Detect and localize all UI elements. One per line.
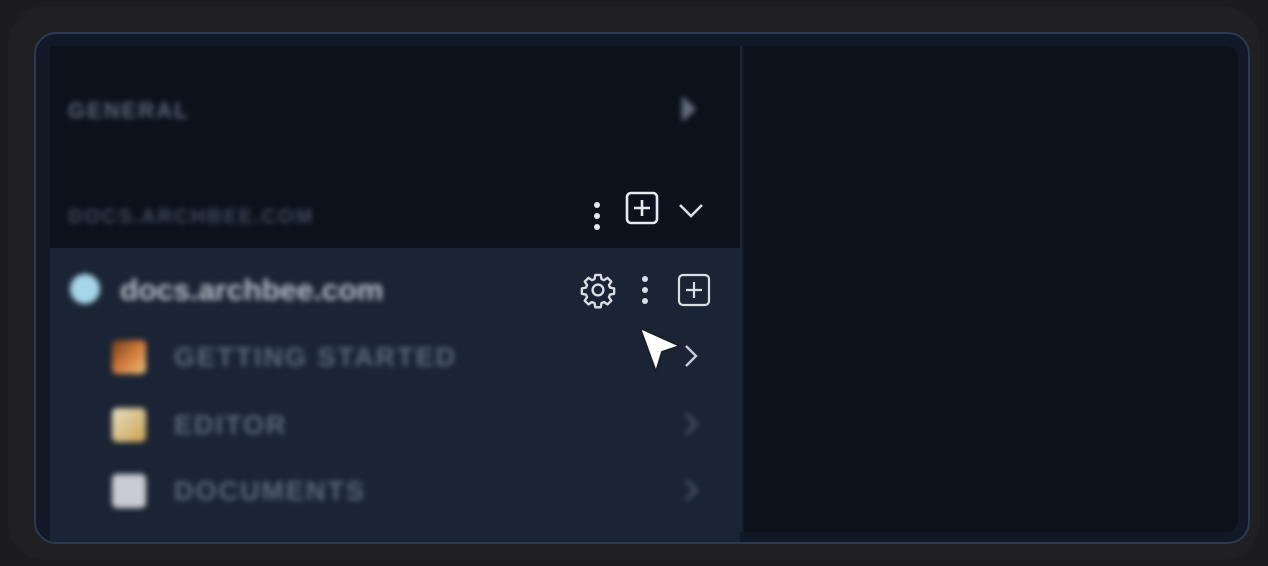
chevron-right-icon[interactable] [684, 478, 698, 507]
list-item[interactable]: DOCUMENTS [50, 460, 740, 520]
space-more-icon[interactable] [582, 196, 612, 236]
list-item-label: EDITOR [174, 410, 288, 440]
content-pane [744, 46, 1238, 532]
chevron-right-icon[interactable] [684, 412, 698, 441]
app-panel: GENERAL DOCS.ARCHBEE.COM docs.archbee.co… [34, 32, 1250, 544]
mouse-cursor-icon [636, 326, 684, 383]
chevron-right-icon[interactable] [684, 344, 698, 373]
tree-panel: docs.archbee.com GETTING STARTED EDITOR … [50, 248, 740, 542]
space-section-label: DOCS.ARCHBEE.COM [68, 206, 315, 228]
site-row[interactable]: docs.archbee.com [50, 258, 740, 318]
site-add-icon[interactable] [676, 272, 712, 308]
space-add-icon[interactable] [624, 190, 660, 226]
globe-icon [70, 274, 100, 304]
sidebar: GENERAL DOCS.ARCHBEE.COM docs.archbee.co… [50, 46, 740, 542]
chevron-down-icon[interactable] [676, 198, 706, 224]
site-name: docs.archbee.com [120, 274, 384, 307]
general-section-label: GENERAL [68, 98, 190, 123]
memo-icon [112, 408, 146, 442]
chevron-right-icon[interactable] [674, 94, 704, 124]
workspace-header: GENERAL DOCS.ARCHBEE.COM [50, 46, 740, 248]
pane-divider[interactable] [740, 46, 742, 532]
list-item-label: GETTING STARTED [174, 342, 457, 372]
list-item-label: DOCUMENTS [174, 476, 366, 506]
site-more-icon[interactable] [630, 272, 660, 308]
gear-icon[interactable] [578, 270, 618, 310]
guitar-icon [112, 340, 146, 374]
page-icon [112, 474, 146, 508]
list-item[interactable]: EDITOR [50, 394, 740, 454]
